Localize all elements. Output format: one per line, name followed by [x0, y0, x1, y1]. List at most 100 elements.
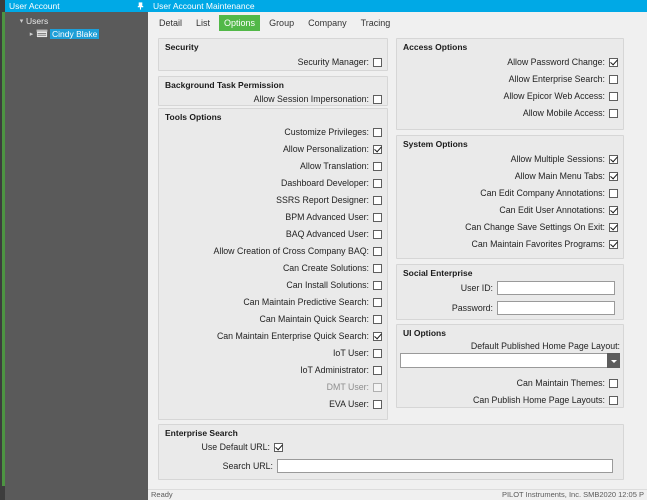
access-option-checkbox[interactable] — [609, 109, 618, 118]
social-user-id-input[interactable] — [497, 281, 615, 295]
access-option-row[interactable]: Allow Enterprise Search: — [396, 73, 618, 85]
tree-node-users[interactable]: ▾ Users — [7, 14, 146, 27]
tools-option-row[interactable]: EVA User: — [158, 398, 382, 410]
window-title-text: User Account Maintenance — [153, 1, 255, 11]
tools-option-row[interactable]: IoT Administrator: — [158, 364, 382, 376]
tools-option-checkbox[interactable] — [373, 315, 382, 324]
sidebar-title-bar: User Account — [5, 0, 148, 12]
ui-option-row[interactable]: Can Maintain Themes: — [396, 377, 618, 389]
access-option-row[interactable]: Allow Epicor Web Access: — [396, 90, 618, 102]
ui-option-row[interactable]: Can Publish Home Page Layouts: — [396, 394, 618, 406]
tools-option-checkbox[interactable] — [373, 128, 382, 137]
tab-tracing[interactable]: Tracing — [356, 15, 396, 31]
tools-option-checkbox[interactable] — [373, 162, 382, 171]
use-default-url-checkbox[interactable] — [274, 443, 283, 452]
tools-option-label: BPM Advanced User: — [285, 212, 369, 222]
social-user-id-row[interactable]: User ID: — [400, 280, 615, 295]
allow-session-impersonation-row[interactable]: Allow Session Impersonation: — [158, 93, 382, 105]
system-option-checkbox[interactable] — [609, 172, 618, 181]
pin-icon[interactable] — [136, 1, 145, 11]
system-option-checkbox[interactable] — [609, 155, 618, 164]
tree-node-cindy-blake[interactable]: ▸ Cindy Blake — [7, 27, 146, 40]
search-url-input[interactable] — [277, 459, 613, 473]
tools-option-checkbox[interactable] — [373, 400, 382, 409]
tools-option-label: BAQ Advanced User: — [286, 229, 369, 239]
tab-options[interactable]: Options — [219, 15, 260, 31]
tools-option-checkbox[interactable] — [373, 281, 382, 290]
default-home-page-layout-input[interactable] — [400, 353, 607, 368]
security-manager-row[interactable]: Security Manager: — [158, 56, 382, 68]
social-user-id-label: User ID: — [400, 283, 493, 293]
system-option-checkbox[interactable] — [609, 206, 618, 215]
tab-group[interactable]: Group — [264, 15, 299, 31]
system-option-checkbox[interactable] — [609, 240, 618, 249]
system-option-checkbox[interactable] — [609, 223, 618, 232]
expander-icon[interactable]: ▾ — [17, 17, 26, 25]
tools-option-checkbox[interactable] — [373, 247, 382, 256]
expander-icon[interactable]: ▸ — [27, 30, 36, 38]
tools-option-checkbox[interactable] — [373, 332, 382, 341]
tools-option-row[interactable]: Can Create Solutions: — [158, 262, 382, 274]
tools-option-checkbox[interactable] — [373, 230, 382, 239]
tools-option-row[interactable]: DMT User: — [158, 381, 382, 393]
tab-company[interactable]: Company — [303, 15, 352, 31]
access-option-checkbox[interactable] — [609, 58, 618, 67]
system-option-row[interactable]: Can Change Save Settings On Exit: — [396, 221, 618, 233]
tools-option-label: IoT User: — [333, 348, 369, 358]
access-option-row[interactable]: Allow Mobile Access: — [396, 107, 618, 119]
tools-option-label: Allow Creation of Cross Company BAQ: — [214, 246, 369, 256]
allow-session-impersonation-label: Allow Session Impersonation: — [254, 94, 369, 104]
tools-option-row[interactable]: Allow Personalization: — [158, 143, 382, 155]
tools-option-row[interactable]: BAQ Advanced User: — [158, 228, 382, 240]
tools-option-checkbox[interactable] — [373, 213, 382, 222]
social-password-row[interactable]: Password: — [400, 300, 615, 315]
tools-option-checkbox[interactable] — [373, 366, 382, 375]
social-password-input[interactable] — [497, 301, 615, 315]
tab-list[interactable]: List — [191, 15, 215, 31]
tools-option-label: IoT Administrator: — [300, 365, 369, 375]
tools-option-row[interactable]: BPM Advanced User: — [158, 211, 382, 223]
tools-option-label: Allow Personalization: — [283, 144, 369, 154]
search-url-row[interactable]: Search URL: — [158, 458, 613, 473]
ui-option-checkbox[interactable] — [609, 396, 618, 405]
ui-option-checkbox[interactable] — [609, 379, 618, 388]
tools-option-row[interactable]: Can Install Solutions: — [158, 279, 382, 291]
tools-option-row[interactable]: IoT User: — [158, 347, 382, 359]
system-option-row[interactable]: Allow Multiple Sessions: — [396, 153, 618, 165]
tools-option-checkbox[interactable] — [373, 264, 382, 273]
system-option-row[interactable]: Allow Main Menu Tabs: — [396, 170, 618, 182]
security-manager-checkbox[interactable] — [373, 58, 382, 67]
access-option-label: Allow Epicor Web Access: — [503, 91, 605, 101]
options-tab-content: Security Security Manager: Background Ta… — [148, 32, 647, 490]
tools-option-checkbox[interactable] — [373, 179, 382, 188]
system-option-checkbox[interactable] — [609, 189, 618, 198]
access-option-checkbox[interactable] — [609, 75, 618, 84]
tools-option-row[interactable]: Can Maintain Quick Search: — [158, 313, 382, 325]
tools-option-row[interactable]: Allow Creation of Cross Company BAQ: — [158, 245, 382, 257]
tools-option-row[interactable]: Customize Privileges: — [158, 126, 382, 138]
tools-option-label: Can Create Solutions: — [283, 263, 369, 273]
tools-option-row[interactable]: Dashboard Developer: — [158, 177, 382, 189]
users-tree[interactable]: ▾ Users ▸ Cindy Blake — [7, 14, 146, 486]
system-option-row[interactable]: Can Maintain Favorites Programs: — [396, 238, 618, 250]
system-option-row[interactable]: Can Edit User Annotations: — [396, 204, 618, 216]
access-option-checkbox[interactable] — [609, 92, 618, 101]
tools-option-row[interactable]: Can Maintain Enterprise Quick Search: — [158, 330, 382, 342]
system-option-row[interactable]: Can Edit Company Annotations: — [396, 187, 618, 199]
tools-option-label: Dashboard Developer: — [281, 178, 369, 188]
tools-option-checkbox[interactable] — [373, 298, 382, 307]
tools-option-checkbox[interactable] — [373, 145, 382, 154]
tools-option-label: Can Maintain Quick Search: — [259, 314, 369, 324]
tools-option-row[interactable]: Allow Translation: — [158, 160, 382, 172]
tools-option-row[interactable]: SSRS Report Designer: — [158, 194, 382, 206]
default-home-page-layout-combobox[interactable] — [400, 353, 620, 368]
tools-option-row[interactable]: Can Maintain Predictive Search: — [158, 296, 382, 308]
tools-option-checkbox[interactable] — [373, 196, 382, 205]
access-option-row[interactable]: Allow Password Change: — [396, 56, 618, 68]
tools-option-checkbox[interactable] — [373, 349, 382, 358]
ui-options-group-title: UI Options — [403, 328, 446, 338]
chevron-down-icon[interactable] — [607, 353, 620, 368]
use-default-url-row[interactable]: Use Default URL: — [158, 441, 283, 453]
tab-detail[interactable]: Detail — [154, 15, 187, 31]
allow-session-impersonation-checkbox[interactable] — [373, 95, 382, 104]
